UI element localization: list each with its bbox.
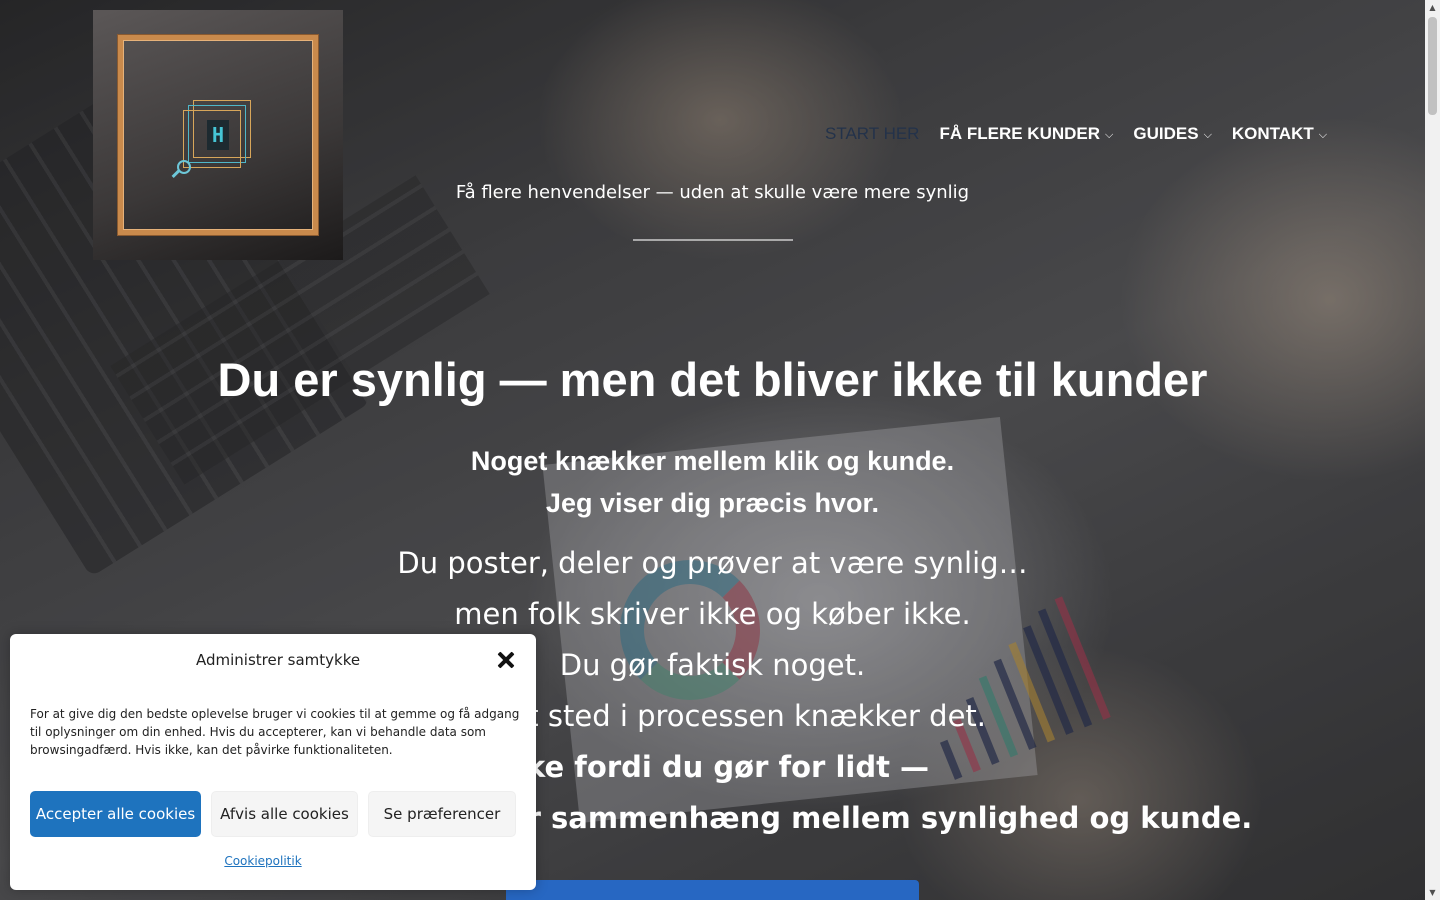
nav-item-label: FÅ FLERE KUNDER <box>939 124 1101 143</box>
nav-item-label: GUIDES <box>1133 124 1199 143</box>
nav-item-faa-flere-kunder[interactable]: FÅ FLERE KUNDER ⌵ <box>939 124 1113 144</box>
cookie-dialog-title: Administrer samtykke <box>196 651 361 669</box>
nav-item-kontakt[interactable]: KONTAKT ⌵ <box>1232 124 1327 144</box>
chevron-down-icon: ⌵ <box>1203 128 1212 141</box>
page-scrollbar[interactable] <box>1425 0 1440 900</box>
hero-subtitle-line-1: Noget knækker mellem klik og kunde. <box>470 446 955 476</box>
site-tagline: Få flere henvendelser — uden at skulle v… <box>455 182 970 203</box>
chevron-down-icon: ⌵ <box>1318 128 1328 141</box>
close-icon[interactable] <box>496 650 516 670</box>
cta-button[interactable] <box>506 880 919 900</box>
logo-letter: H <box>207 120 229 150</box>
cookie-dialog-text: For at give dig den bedste oplevelse bru… <box>30 707 520 757</box>
hero-body-line: men folk skriver ikke og køber ikke. <box>454 597 971 631</box>
cookie-policy-link[interactable]: Cookiepolitik <box>10 854 516 868</box>
nav-item-guides[interactable]: GUIDES ⌵ <box>1133 124 1212 144</box>
site-logo[interactable]: H <box>93 10 343 260</box>
main-navigation: START HER FÅ FLERE KUNDER ⌵ GUIDES ⌵ KON… <box>825 124 1327 144</box>
scroll-down-icon[interactable]: ▼ <box>1425 885 1440 900</box>
nav-item-label: KONTAKT <box>1231 124 1314 143</box>
accept-all-cookies-button[interactable]: Accepter alle cookies <box>30 791 201 837</box>
hero-subtitle-line-2: Jeg viser dig præcis hvor. <box>545 488 880 518</box>
header-divider <box>633 239 793 241</box>
scroll-up-icon[interactable]: ▲ <box>1425 0 1440 15</box>
scrollbar-thumb[interactable] <box>1428 17 1437 115</box>
cookie-consent-dialog: Administrer samtykke For at give dig den… <box>10 634 536 890</box>
nav-item-label: START HER <box>825 124 920 143</box>
view-preferences-button[interactable]: Se præferencer <box>368 791 516 837</box>
hero-body-line: Du poster, deler og prøver at være synli… <box>397 546 1028 580</box>
deny-all-cookies-button[interactable]: Afvis alle cookies <box>211 791 358 837</box>
nav-item-start-her[interactable]: START HER <box>825 124 919 144</box>
hero-title: Du er synlig — men det bliver ikke til k… <box>217 353 1208 406</box>
chevron-down-icon: ⌵ <box>1105 128 1114 141</box>
